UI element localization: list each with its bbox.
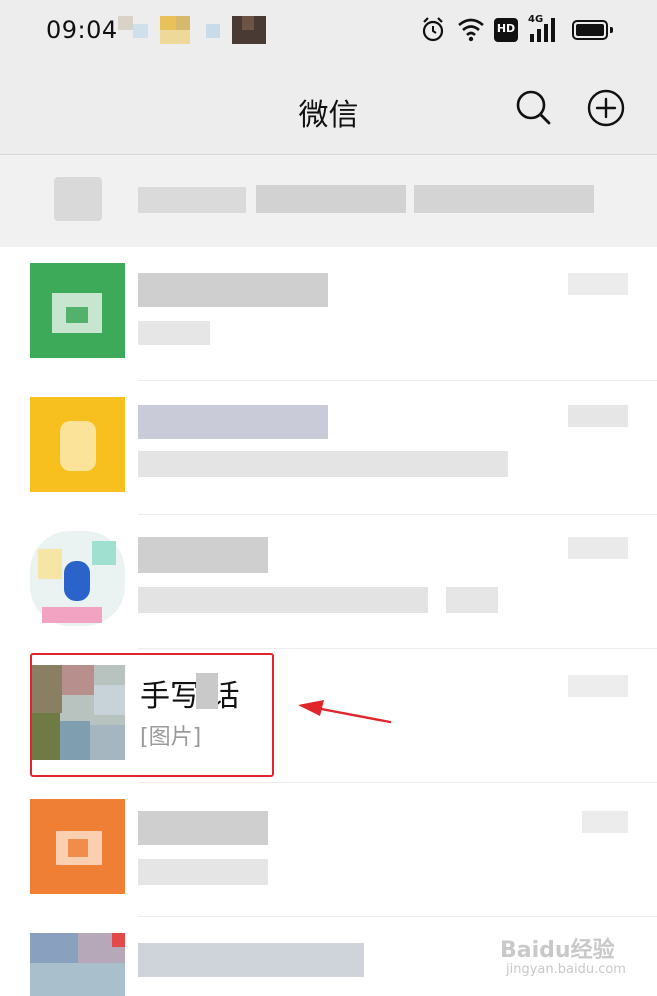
blurred-text xyxy=(414,185,594,213)
blurred-time xyxy=(568,273,628,295)
signal-4g-icon: 4G xyxy=(528,14,562,46)
alarm-icon xyxy=(422,17,444,42)
blurred-name xyxy=(138,943,364,977)
blurred-name xyxy=(138,273,328,307)
blurred-time xyxy=(568,537,628,559)
blurred-name xyxy=(138,811,268,845)
notification-icon xyxy=(118,16,148,44)
status-bar: 09:04 HD 4G xyxy=(0,0,657,62)
notification-icon xyxy=(160,16,190,44)
notification-icon xyxy=(232,16,266,44)
blurred-preview xyxy=(138,587,428,613)
blurred-name xyxy=(138,537,268,573)
header-bar: 微信 xyxy=(0,62,657,154)
blurred-text xyxy=(256,185,406,213)
blurred-text xyxy=(138,187,246,213)
search-icon[interactable] xyxy=(514,88,554,128)
blurred-preview xyxy=(138,321,210,345)
chat-row[interactable] xyxy=(0,783,657,917)
wifi-icon xyxy=(458,18,484,42)
avatar xyxy=(30,531,125,626)
watermark: Baidu经验 jingyan.baidu.com xyxy=(500,938,626,977)
chat-row[interactable] xyxy=(0,247,657,381)
blurred-preview xyxy=(138,451,508,477)
annotation-arrow xyxy=(298,700,392,724)
highlight-box xyxy=(30,653,274,777)
avatar xyxy=(30,933,125,996)
blurred-preview xyxy=(446,587,498,613)
chat-row[interactable] xyxy=(0,381,657,515)
banner-icon xyxy=(54,177,102,221)
blurred-time xyxy=(568,675,628,697)
blurred-preview xyxy=(138,859,268,885)
blurred-time xyxy=(582,811,628,833)
status-time: 09:04 xyxy=(46,16,118,44)
network-notice-banner[interactable] xyxy=(0,155,657,247)
avatar xyxy=(30,397,125,492)
avatar xyxy=(30,799,125,894)
blurred-time xyxy=(568,405,628,427)
page-title: 微信 xyxy=(298,98,359,133)
battery-icon xyxy=(572,20,613,40)
add-circle-icon[interactable] xyxy=(586,88,626,128)
blurred-name xyxy=(138,405,328,439)
hd-icon: HD xyxy=(494,18,518,42)
avatar xyxy=(30,263,125,358)
chat-row[interactable] xyxy=(0,515,657,649)
